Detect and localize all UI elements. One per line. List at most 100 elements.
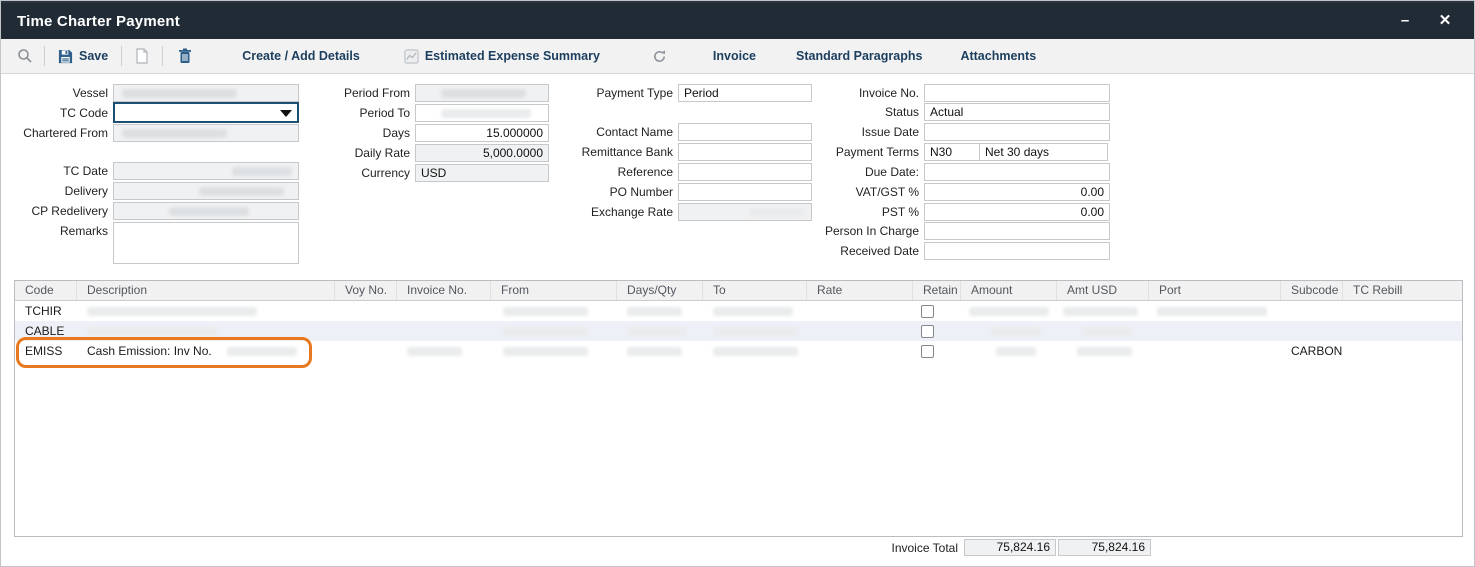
col-header-days-qty[interactable]: Days/Qty (617, 281, 703, 300)
retain-checkbox[interactable] (921, 325, 934, 338)
remarks-label: Remarks (5, 222, 113, 238)
col-header-voy-no[interactable]: Voy No. (335, 281, 397, 300)
cell-to (703, 341, 807, 361)
redacted-value (713, 327, 798, 336)
person-in-charge-field[interactable] (924, 222, 1110, 240)
redacted-value (969, 307, 1049, 316)
table-header-row: Code Description Voy No. Invoice No. Fro… (15, 281, 1462, 301)
col-header-subcode[interactable]: Subcode (1281, 281, 1343, 300)
due-date-label: Due Date: (811, 165, 924, 179)
tc-code-dropdown[interactable] (113, 102, 299, 123)
daily-rate-field: 5,000.0000 (415, 144, 549, 162)
redacted-value (1157, 307, 1267, 316)
cell-retain (913, 341, 961, 361)
title-bar: Time Charter Payment – ✕ (1, 1, 1474, 39)
table-row[interactable]: EMISS Cash Emission: Inv No. CARBON (15, 341, 1462, 361)
page-title: Time Charter Payment (1, 13, 180, 30)
standard-paragraphs-button[interactable]: Standard Paragraphs (786, 39, 932, 73)
redacted-value (441, 89, 526, 98)
minimize-button[interactable]: – (1392, 8, 1418, 34)
close-button[interactable]: ✕ (1432, 8, 1458, 34)
cell-invoice-no (397, 341, 491, 361)
col-header-retain[interactable]: Retain (913, 281, 961, 300)
col-header-amount[interactable]: Amount (961, 281, 1057, 300)
issue-date-field[interactable] (924, 123, 1110, 141)
col-header-amt-usd[interactable]: Amt USD (1057, 281, 1149, 300)
period-to-field[interactable] (415, 104, 549, 122)
cell-tc-rebill (1343, 321, 1462, 341)
redacted-value (996, 347, 1036, 356)
redacted-value (713, 347, 798, 356)
cell-days-qty (617, 301, 703, 321)
vat-gst-field[interactable]: 0.00 (924, 183, 1110, 201)
invoice-button[interactable]: Invoice (703, 39, 766, 73)
redacted-value (750, 208, 805, 217)
retain-checkbox[interactable] (921, 305, 934, 318)
contact-name-label: Contact Name (561, 125, 678, 139)
cell-to (703, 321, 807, 341)
redacted-value (627, 307, 682, 316)
cell-description (77, 321, 335, 341)
status-field[interactable]: Actual (924, 103, 1110, 121)
estimated-expense-summary-button[interactable]: Estimated Expense Summary (394, 39, 610, 73)
payment-terms-code-field[interactable]: N30 (924, 143, 980, 161)
cell-days-qty (617, 341, 703, 361)
table-row[interactable]: TCHIR (15, 301, 1462, 321)
col-header-port[interactable]: Port (1149, 281, 1281, 300)
toolbar-separator (162, 46, 163, 66)
po-number-field[interactable] (678, 183, 812, 201)
remittance-bank-field[interactable] (678, 143, 812, 161)
col-header-code[interactable]: Code (15, 281, 77, 300)
col-header-rate[interactable]: Rate (807, 281, 913, 300)
redacted-value (991, 327, 1041, 336)
days-field[interactable]: 15.000000 (415, 124, 549, 142)
cell-description: Cash Emission: Inv No. (77, 341, 335, 361)
reference-label: Reference (561, 165, 678, 179)
cp-redelivery-label: CP Redelivery (5, 204, 113, 218)
payment-terms-label: Payment Terms (811, 145, 924, 159)
col-header-to[interactable]: To (703, 281, 807, 300)
reference-field[interactable] (678, 163, 812, 181)
redacted-value (503, 307, 588, 316)
due-date-field[interactable] (924, 163, 1110, 181)
create-add-details-button[interactable]: Create / Add Details (232, 39, 370, 73)
contact-name-field[interactable] (678, 123, 812, 141)
table-row[interactable]: CABLE (15, 321, 1462, 341)
cell-port (1149, 301, 1281, 321)
period-from-label: Period From (303, 86, 415, 100)
search-icon[interactable] (9, 48, 41, 64)
cell-tc-rebill (1343, 341, 1462, 361)
copy-icon[interactable] (125, 48, 159, 64)
save-button[interactable]: Save (48, 39, 118, 73)
redacted-value (87, 307, 257, 316)
attachments-button[interactable]: Attachments (950, 39, 1046, 73)
chartered-from-field (113, 124, 299, 142)
save-icon (58, 49, 73, 64)
redacted-value (199, 187, 284, 196)
toolbar-separator (121, 46, 122, 66)
person-in-charge-label: Person In Charge (811, 224, 924, 238)
col-header-description[interactable]: Description (77, 281, 335, 300)
chart-icon (404, 49, 419, 64)
cell-amt-usd (1057, 321, 1149, 341)
status-label: Status (811, 105, 924, 119)
invoice-total-bar: Invoice Total 75,824.16 75,824.16 (1, 539, 1474, 559)
delivery-label: Delivery (5, 184, 113, 198)
cell-retain (913, 321, 961, 341)
col-header-invoice-no[interactable]: Invoice No. (397, 281, 491, 300)
toolbar-separator (44, 46, 45, 66)
payment-type-field[interactable]: Period (678, 84, 812, 102)
col-header-tc-rebill[interactable]: TC Rebill (1343, 281, 1462, 300)
received-date-field[interactable] (924, 242, 1110, 260)
pst-field[interactable]: 0.00 (924, 203, 1110, 221)
invoice-no-field[interactable] (924, 84, 1110, 102)
refresh-icon[interactable] (644, 49, 675, 64)
col-header-from[interactable]: From (491, 281, 617, 300)
received-date-label: Received Date (811, 244, 924, 258)
delete-icon[interactable] (166, 48, 204, 64)
toolbar: Save Create / Add Details Estimated Expe… (1, 39, 1474, 74)
remarks-field[interactable] (113, 222, 299, 264)
cell-code: EMISS (15, 341, 77, 361)
retain-checkbox[interactable] (921, 345, 934, 358)
redacted-value (1082, 327, 1132, 336)
